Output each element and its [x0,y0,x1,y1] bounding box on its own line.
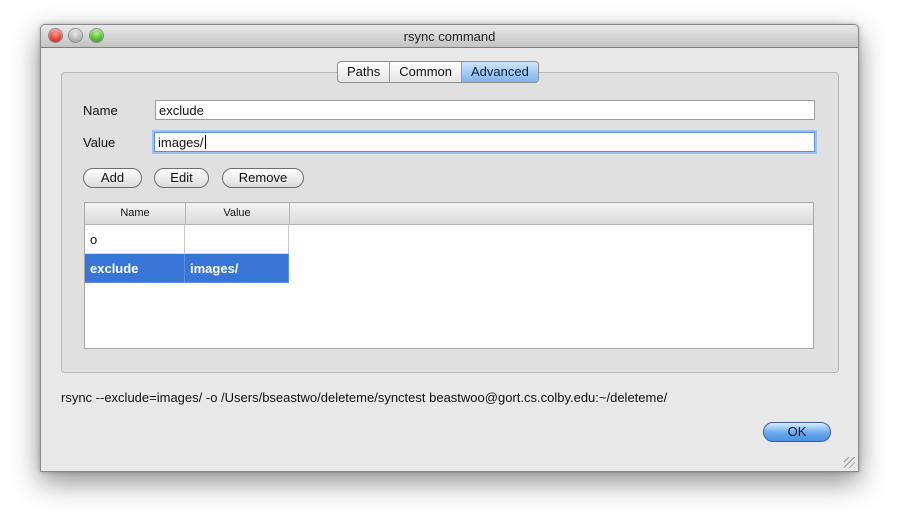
text-caret [204,135,206,149]
tab-common[interactable]: Common [390,62,462,82]
row-name-cell: exclude [85,254,185,283]
value-field[interactable]: images/ [154,132,815,152]
name-field[interactable]: exclude [155,100,815,120]
ok-button[interactable]: OK [763,422,831,442]
table-header: Name Value [85,203,813,225]
table-row[interactable]: o [85,225,289,254]
value-field-text: images/ [158,135,204,150]
tab-advanced[interactable]: Advanced [462,62,538,82]
remove-button[interactable]: Remove [222,168,304,188]
edit-button[interactable]: Edit [154,168,209,188]
title-bar[interactable]: rsync command [41,25,858,48]
command-preview: rsync --exclude=images/ -o /Users/bseast… [61,390,668,405]
row-value-cell [185,225,289,254]
options-table[interactable]: Name Value o exclude images/ [84,202,814,349]
rsync-command-window: rsync command Paths Common Advanced Name… [40,24,859,472]
add-button[interactable]: Add [83,168,142,188]
window-title: rsync command [403,29,496,44]
tab-paths[interactable]: Paths [338,62,391,82]
value-label: Value [83,135,116,150]
name-label: Name [83,103,118,118]
resize-grip-icon[interactable] [844,457,855,468]
table-row-selected[interactable]: exclude images/ [85,254,289,283]
column-header-name[interactable]: Name [85,203,186,224]
row-value-cell: images/ [185,254,289,283]
row-name-cell: o [85,225,185,254]
tab-bar: Paths Common Advanced [337,61,539,83]
column-header-value[interactable]: Value [185,203,290,224]
